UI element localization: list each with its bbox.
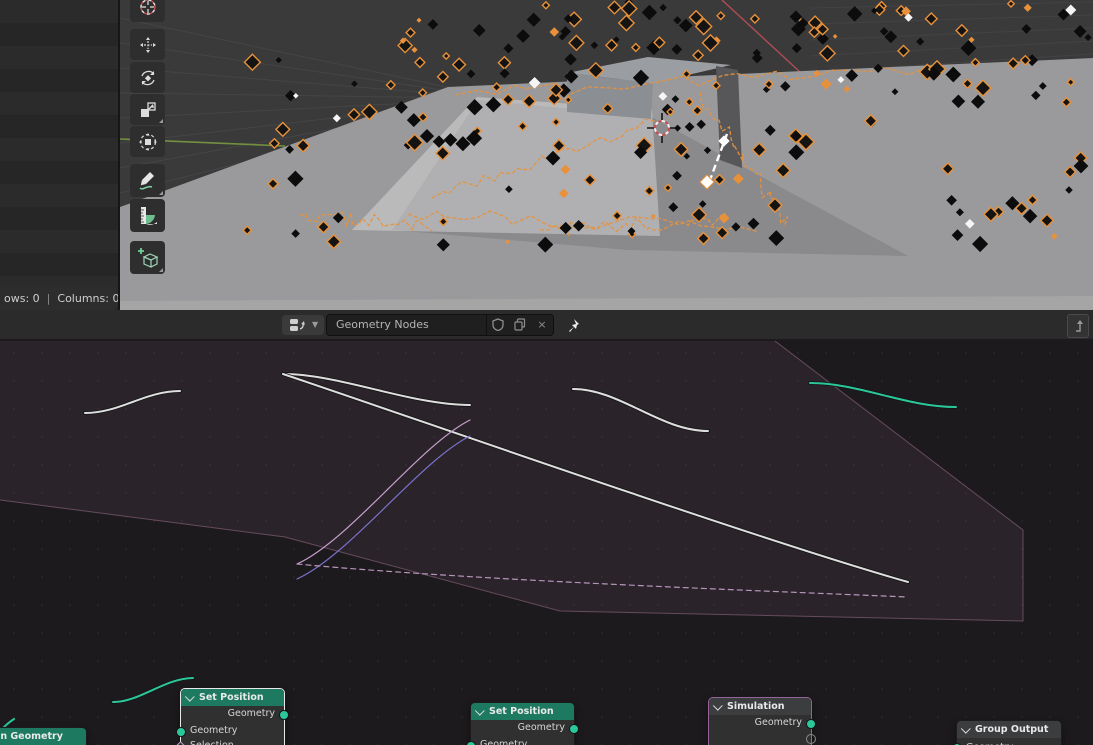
rotate-icon [138,68,158,88]
node-tree-name-field[interactable]: Geometry Nodes [326,314,487,336]
node-title: Join Geometry [0,731,63,742]
collapse-chevron-icon[interactable] [961,724,971,734]
viewport-scene [120,0,1093,310]
node-tree-type-button[interactable] [282,315,312,335]
socket-virtual-out[interactable] [806,734,816,744]
node-header[interactable]: Set Position [471,703,574,720]
rows-count: ows: 0 [4,292,40,305]
move-icon [138,35,158,55]
socket-geometry-out[interactable] [806,719,816,729]
new-copy-button[interactable] [509,314,531,336]
measure-icon [137,204,159,228]
node-title: Group Output [975,724,1048,735]
status-divider: | [47,292,51,305]
annotate-tool-button[interactable] [130,164,165,197]
shield-icon [492,318,504,331]
rotate-tool-button[interactable] [130,62,165,93]
node-links-layer [0,339,1093,745]
spreadsheet-editor: ows: 0 | Columns: 0 [0,0,118,310]
add-cube-tool-button[interactable] [130,241,165,274]
collapse-chevron-icon[interactable] [475,706,485,716]
node-set-position-2[interactable]: Set Position Geometry Geometry Selection… [470,702,575,745]
socket-geometry-out[interactable] [279,710,289,720]
viewport-3d[interactable] [120,0,1093,310]
measure-tool-button[interactable] [130,199,165,232]
annotate-pencil-icon [137,169,159,193]
columns-count: Columns: 0 [57,292,118,305]
transform-tool-button[interactable] [130,126,165,157]
pin-button[interactable] [564,315,582,335]
output-geometry: Geometry [709,715,811,730]
scale-icon [138,100,158,120]
input-geometry: Geometry [471,737,574,745]
tree-dropdown-chevron[interactable]: ▼ [312,315,324,335]
transform-icon [138,132,158,152]
input-selection: Selection [181,738,284,745]
output-geometry: Geometry [181,706,284,721]
unlink-button[interactable]: × [531,314,554,336]
node-header[interactable]: Join Geometry [0,728,86,745]
pin-icon [564,316,582,334]
simulation-zone-region [0,341,1023,621]
cursor-icon [138,0,158,17]
scale-tool-button[interactable] [130,94,165,125]
socket-geometry-out[interactable] [569,724,579,734]
output-geometry: Geometry [471,720,574,735]
socket-geometry-in[interactable] [466,741,476,745]
editor-corner-action[interactable] [1067,314,1089,338]
collapse-chevron-icon[interactable] [713,701,723,711]
node-join-geometry[interactable]: Join Geometry Geometry Geometry [0,727,87,745]
spreadsheet-status-bar: ows: 0 | Columns: 0 [0,287,118,310]
node-tree-icon [289,318,305,332]
collapse-chevron-icon[interactable] [185,692,195,702]
node-title: Simulation [727,701,785,712]
node-editor-canvas[interactable]: Join Geometry Geometry Geometry Set Posi… [0,339,1093,745]
move-tool-button[interactable] [130,29,165,60]
node-title: Set Position [489,706,554,717]
node-header[interactable]: Set Position [181,689,284,706]
input-geometry: Geometry [181,723,284,738]
cursor-tool-button[interactable] [130,0,165,22]
node-header[interactable]: Group Output [957,721,1061,738]
up-arrow-icon [1072,319,1084,333]
node-set-position-1[interactable]: Set Position Geometry Geometry Selection… [180,688,285,745]
copy-icon [514,318,526,331]
node-simulation-output[interactable]: Simulation Geometry Skip Geometry [708,697,812,745]
node-header[interactable]: Simulation [709,698,811,715]
node-title: Set Position [199,692,264,703]
node-editor-header: ▼ Geometry Nodes × [0,310,1093,340]
add-cube-icon [136,245,160,271]
fake-user-shield-button[interactable] [487,314,509,336]
socket-geometry-in[interactable] [176,727,186,737]
node-group-output[interactable]: Group Output Geometry [956,720,1062,745]
input-geometry: Geometry [957,740,1061,745]
